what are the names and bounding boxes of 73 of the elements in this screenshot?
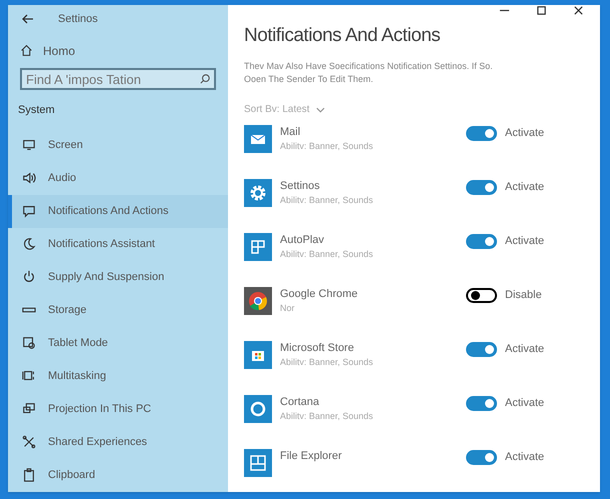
- toggle-label: Disable: [505, 288, 542, 303]
- page-title: Notifications And Actions: [244, 24, 442, 48]
- toggle-label: Activate: [505, 234, 544, 249]
- tablet-icon: [22, 336, 36, 350]
- power-icon: [22, 270, 36, 284]
- toggle-knob: [485, 452, 494, 462]
- toggle-knob: [485, 344, 494, 354]
- maximize-icon[interactable]: [536, 5, 547, 16]
- section-heading: System: [18, 103, 55, 118]
- toggle-label: Activate: [505, 396, 544, 411]
- app-name: Google Chrome: [280, 287, 359, 302]
- clipboard-icon: [22, 468, 36, 482]
- back-icon[interactable]: [22, 13, 34, 26]
- app-detail: Abilitv: Banner, Sounds: [280, 410, 374, 422]
- nav-item[interactable]: Audio: [8, 162, 228, 195]
- nav-item[interactable]: Screen: [8, 128, 228, 162]
- toggle-label: Activate: [505, 342, 544, 357]
- toggle-knob: [485, 398, 494, 408]
- home-icon: [20, 44, 33, 58]
- toggle-switch[interactable]: [466, 396, 497, 411]
- search-icon: [200, 74, 210, 84]
- app-detail: Abilitv: Banner, Sounds: [280, 194, 374, 206]
- nav-item[interactable]: Supply And Suspension: [8, 260, 228, 294]
- monitor-icon: [22, 138, 36, 152]
- toggle-label: Activate: [505, 180, 544, 195]
- toggle-knob: [485, 236, 494, 246]
- app-detail: Abilitv: Banner, Sounds: [280, 140, 374, 152]
- nav-item[interactable]: Storage: [8, 294, 228, 327]
- toggle-knob: [485, 182, 494, 192]
- close-icon[interactable]: [573, 5, 584, 16]
- speaker-icon: [22, 171, 36, 186]
- toggle-switch[interactable]: [466, 342, 497, 357]
- shopping-bag-icon: [244, 341, 272, 369]
- app-name: AutoPlav: [280, 233, 326, 248]
- cross-icon: [22, 435, 36, 450]
- search-field[interactable]: Find A 'impos Tation: [20, 68, 216, 90]
- nav-item[interactable]: Multitasking: [8, 360, 228, 393]
- chevron-icon: [316, 106, 325, 112]
- nav-item[interactable]: Tablet Mode: [8, 326, 228, 360]
- app-name: Mail: [280, 125, 302, 140]
- nav-item[interactable]: Notifications Assistant: [8, 228, 228, 261]
- nav-item[interactable]: Clipboard: [8, 458, 228, 492]
- toggle-switch[interactable]: [466, 234, 497, 249]
- tiles-icon: [244, 449, 272, 477]
- message-icon: [22, 204, 36, 218]
- toggle-knob: [471, 290, 480, 300]
- tiles-icon: [244, 233, 272, 261]
- app-name: Settinos: [280, 179, 321, 194]
- envelope-icon: [244, 125, 272, 153]
- app-detail: Abilitv: Banner, Sounds: [280, 356, 374, 368]
- description-line: Ooen The Sender To Edit Them.: [244, 73, 374, 86]
- toggle-switch[interactable]: [466, 180, 497, 195]
- toggle-label: Activate: [505, 126, 544, 141]
- app-name: Cortana: [280, 395, 320, 410]
- toggle-switch[interactable]: [466, 450, 497, 465]
- home-link[interactable]: Homo: [43, 42, 76, 60]
- ring-icon: [244, 395, 272, 423]
- nav-item[interactable]: Notifications And Actions: [8, 194, 228, 228]
- description-line: Thev Mav Also Have Soecifications Notification Settinos. If So.: [244, 60, 494, 73]
- toggle-label: Activate: [505, 450, 544, 465]
- app-name: File Explorer: [280, 449, 343, 464]
- app-name: Microsoft Store: [280, 341, 355, 356]
- toggle-knob: [485, 128, 494, 138]
- nav-item[interactable]: Shared Experiences: [8, 426, 228, 459]
- gear-icon: [244, 179, 272, 207]
- nav-item[interactable]: Projection In This PC: [8, 392, 228, 426]
- window-title: Settinos: [58, 12, 98, 28]
- toggle-switch[interactable]: [466, 288, 497, 303]
- chrome-icon: [244, 287, 272, 315]
- app-detail: Nor: [280, 302, 296, 314]
- toggle-switch[interactable]: [466, 126, 497, 141]
- app-detail: Abilitv: Banner, Sounds: [280, 248, 374, 260]
- moon-icon: [22, 237, 36, 252]
